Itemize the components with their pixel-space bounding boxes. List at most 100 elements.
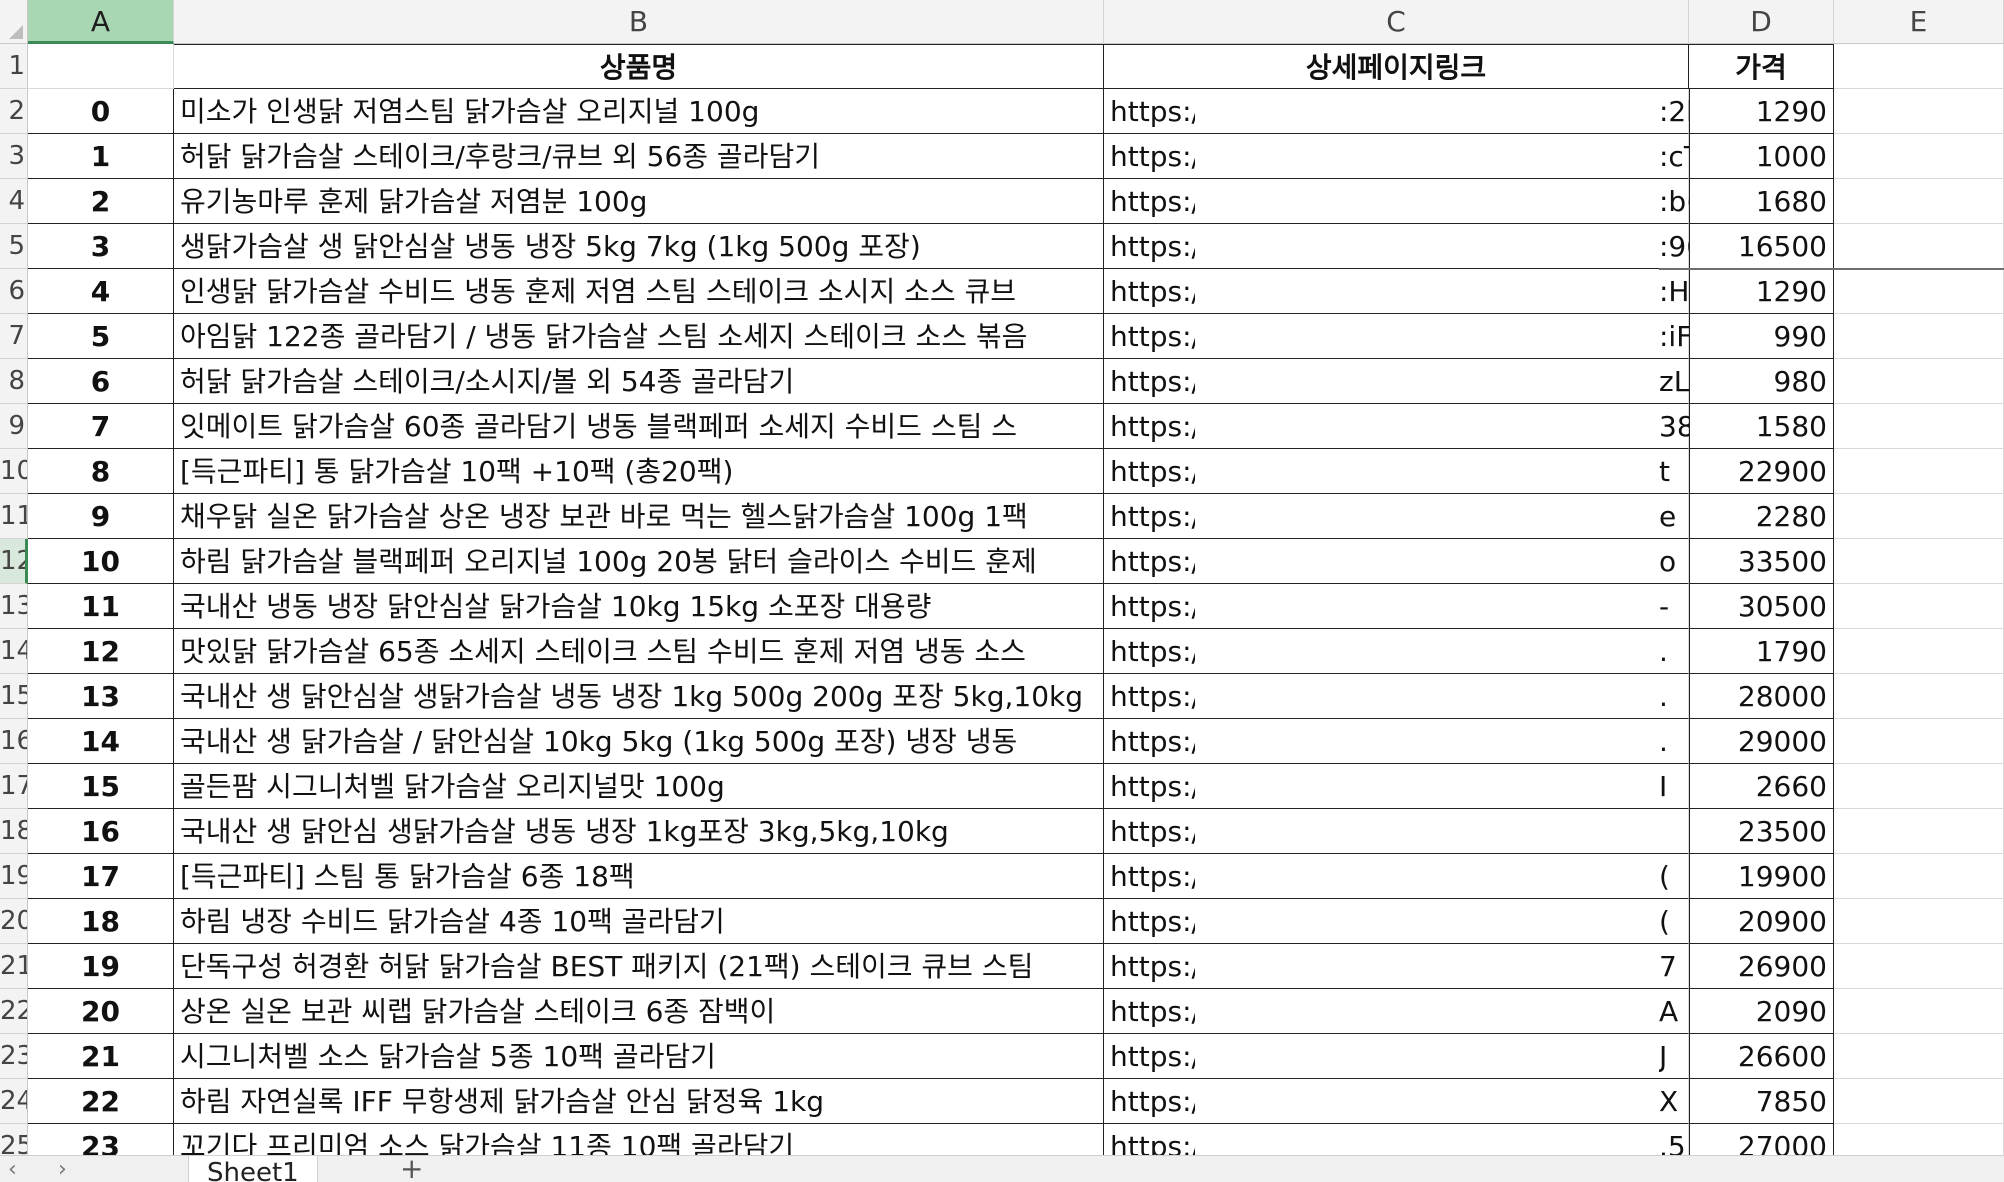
empty-cell-e[interactable] xyxy=(1834,494,2004,539)
empty-cell-e[interactable] xyxy=(1834,584,2004,629)
product-name-cell[interactable]: 국내산 생 닭안심살 생닭가슴살 냉동 냉장 1kg 500g 200g 포장 … xyxy=(174,674,1104,719)
row-header-5[interactable]: 5 xyxy=(0,224,28,269)
price-cell[interactable]: 2280 xyxy=(1689,494,1834,539)
chevron-right-icon[interactable]: › xyxy=(58,1156,67,1182)
plus-icon[interactable]: + xyxy=(400,1156,423,1182)
column-header-a[interactable]: A xyxy=(28,0,174,44)
row-header-21[interactable]: 21 xyxy=(0,944,28,989)
index-cell[interactable]: 20 xyxy=(28,989,174,1034)
spreadsheet-grid[interactable]: ABCDE 1234567891011121314151617181920212… xyxy=(0,0,2004,1155)
product-name-cell[interactable]: 국내산 생 닭안심 생닭가슴살 냉동 냉장 1kg포장 3kg,5kg,10kg xyxy=(174,809,1104,854)
index-cell[interactable]: 1 xyxy=(28,134,174,179)
price-cell[interactable]: 20900 xyxy=(1689,899,1834,944)
price-cell[interactable]: 27000 xyxy=(1689,1124,1834,1155)
index-cell[interactable]: 22 xyxy=(28,1079,174,1124)
price-cell[interactable]: 29000 xyxy=(1689,719,1834,764)
product-name-cell[interactable]: 미소가 인생닭 저염스팀 닭가슴살 오리지널 100g xyxy=(174,89,1104,134)
index-cell[interactable]: 12 xyxy=(28,629,174,674)
row-header-9[interactable]: 9 xyxy=(0,404,28,449)
empty-cell-e[interactable] xyxy=(1834,899,2004,944)
row-header-20[interactable]: 20 xyxy=(0,899,28,944)
index-cell[interactable]: 16 xyxy=(28,809,174,854)
empty-cell-e[interactable] xyxy=(1834,674,2004,719)
index-cell[interactable]: 13 xyxy=(28,674,174,719)
price-cell[interactable]: 22900 xyxy=(1689,449,1834,494)
empty-cell-e[interactable] xyxy=(1834,1034,2004,1079)
price-cell[interactable]: 980 xyxy=(1689,359,1834,404)
empty-cell-e[interactable] xyxy=(1834,404,2004,449)
product-name-cell[interactable]: [득근파티] 스팀 통 닭가슴살 6종 18팩 xyxy=(174,854,1104,899)
row-header-18[interactable]: 18 xyxy=(0,809,28,854)
empty-cell-e[interactable] xyxy=(1834,89,2004,134)
index-cell[interactable]: 9 xyxy=(28,494,174,539)
empty-cell-e[interactable] xyxy=(1834,179,2004,224)
price-cell[interactable]: 23500 xyxy=(1689,809,1834,854)
product-name-cell[interactable]: 꼬기다 프리미엄 소스 닭가슴살 11종 10팩 골라담기 xyxy=(174,1124,1104,1155)
product-name-cell[interactable]: 골든팜 시그니처벨 닭가슴살 오리지널맛 100g xyxy=(174,764,1104,809)
empty-cell-e[interactable] xyxy=(1834,539,2004,584)
empty-cell-e[interactable] xyxy=(1834,1124,2004,1155)
price-cell[interactable]: 16500 xyxy=(1689,224,1834,269)
price-cell[interactable]: 1000 xyxy=(1689,134,1834,179)
header-detail-link[interactable]: 상세페이지링크 xyxy=(1104,44,1689,89)
row-header-2[interactable]: 2 xyxy=(0,89,28,134)
price-cell[interactable]: 7850 xyxy=(1689,1079,1834,1124)
row-header-25[interactable]: 25 xyxy=(0,1124,28,1155)
empty-cell-e[interactable] xyxy=(1834,719,2004,764)
price-cell[interactable]: 1680 xyxy=(1689,179,1834,224)
product-name-cell[interactable]: 상온 실온 보관 씨랩 닭가슴살 스테이크 6종 잠백이 xyxy=(174,989,1104,1034)
index-cell[interactable]: 21 xyxy=(28,1034,174,1079)
product-name-cell[interactable]: 허닭 닭가슴살 스테이크/후랑크/큐브 외 56종 골라담기 xyxy=(174,134,1104,179)
product-name-cell[interactable]: 채우닭 실온 닭가슴살 상온 냉장 보관 바로 먹는 헬스닭가슴살 100g 1… xyxy=(174,494,1104,539)
row-header-16[interactable]: 16 xyxy=(0,719,28,764)
index-cell[interactable]: 0 xyxy=(28,89,174,134)
price-cell[interactable]: 1790 xyxy=(1689,629,1834,674)
price-cell[interactable]: 2090 xyxy=(1689,989,1834,1034)
price-cell[interactable]: 1290 xyxy=(1689,89,1834,134)
column-header-b[interactable]: B xyxy=(174,0,1104,44)
row-header-15[interactable]: 15 xyxy=(0,674,28,719)
cell-a1[interactable] xyxy=(28,44,174,89)
index-cell[interactable]: 10 xyxy=(28,539,174,584)
cell-e1[interactable] xyxy=(1834,44,2004,89)
index-cell[interactable]: 4 xyxy=(28,269,174,314)
column-header-d[interactable]: D xyxy=(1689,0,1834,44)
row-header-6[interactable]: 6 xyxy=(0,269,28,314)
price-cell[interactable]: 1290 xyxy=(1689,269,1834,314)
empty-cell-e[interactable] xyxy=(1834,629,2004,674)
empty-cell-e[interactable] xyxy=(1834,449,2004,494)
row-header-8[interactable]: 8 xyxy=(0,359,28,404)
product-name-cell[interactable]: 시그니처벨 소스 닭가슴살 5종 10팩 골라담기 xyxy=(174,1034,1104,1079)
index-cell[interactable]: 11 xyxy=(28,584,174,629)
empty-cell-e[interactable] xyxy=(1834,269,2004,314)
product-name-cell[interactable]: 인생닭 닭가슴살 수비드 냉동 훈제 저염 스팀 스테이크 소시지 소스 큐브 xyxy=(174,269,1104,314)
row-header-14[interactable]: 14 xyxy=(0,629,28,674)
select-all-corner[interactable] xyxy=(0,0,28,44)
row-header-24[interactable]: 24 xyxy=(0,1079,28,1124)
empty-cell-e[interactable] xyxy=(1834,764,2004,809)
empty-cell-e[interactable] xyxy=(1834,809,2004,854)
row-header-3[interactable]: 3 xyxy=(0,134,28,179)
row-header-22[interactable]: 22 xyxy=(0,989,28,1034)
index-cell[interactable]: 17 xyxy=(28,854,174,899)
sheet-tab[interactable]: Sheet1 xyxy=(188,1156,318,1182)
index-cell[interactable]: 15 xyxy=(28,764,174,809)
price-cell[interactable]: 990 xyxy=(1689,314,1834,359)
row-header-10[interactable]: 10 xyxy=(0,449,28,494)
row-header-17[interactable]: 17 xyxy=(0,764,28,809)
index-cell[interactable]: 8 xyxy=(28,449,174,494)
price-cell[interactable]: 1580 xyxy=(1689,404,1834,449)
index-cell[interactable]: 23 xyxy=(28,1124,174,1155)
row-header-1[interactable]: 1 xyxy=(0,44,28,89)
product-name-cell[interactable]: 국내산 생 닭가슴살 / 닭안심살 10kg 5kg (1kg 500g 포장)… xyxy=(174,719,1104,764)
product-name-cell[interactable]: [득근파티] 통 닭가슴살 10팩 +10팩 (총20팩) xyxy=(174,449,1104,494)
price-cell[interactable]: 19900 xyxy=(1689,854,1834,899)
empty-cell-e[interactable] xyxy=(1834,359,2004,404)
empty-cell-e[interactable] xyxy=(1834,854,2004,899)
row-header-23[interactable]: 23 xyxy=(0,1034,28,1079)
index-cell[interactable]: 6 xyxy=(28,359,174,404)
row-header-13[interactable]: 13 xyxy=(0,584,28,629)
row-header-19[interactable]: 19 xyxy=(0,854,28,899)
product-name-cell[interactable]: 생닭가슴살 생 닭안심살 냉동 냉장 5kg 7kg (1kg 500g 포장) xyxy=(174,224,1104,269)
product-name-cell[interactable]: 아임닭 122종 골라담기 / 냉동 닭가슴살 스팀 소세지 스테이크 소스 볶… xyxy=(174,314,1104,359)
